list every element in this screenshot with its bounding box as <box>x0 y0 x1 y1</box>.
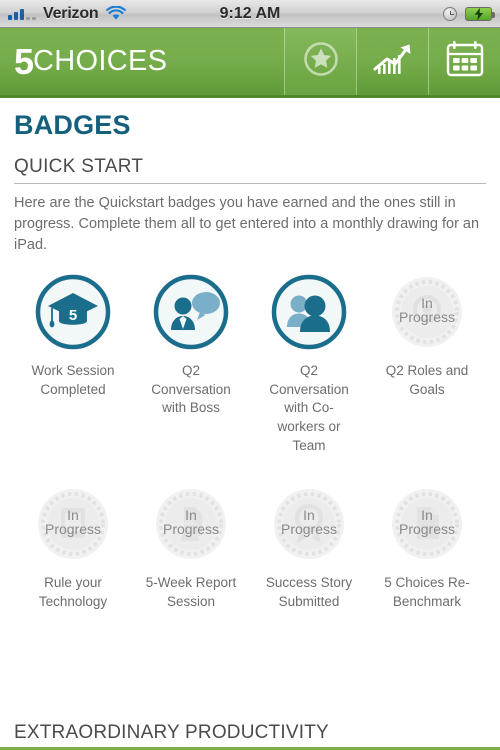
clock-icon <box>443 6 457 21</box>
status-bar: Verizon 9:12 AM <box>0 0 500 28</box>
status-bar-left: Verizon <box>8 5 126 23</box>
badge-label: 5 Choices Re-Benchmark <box>384 575 470 609</box>
section-title-label: EXTRAORDINARY PRODUCTIVITY <box>14 722 329 743</box>
section-title-quick-start: QUICK START <box>14 156 144 177</box>
two-people-icon <box>270 273 348 351</box>
badge-cap-number: 5 <box>69 307 77 324</box>
badge-item-q2-coworkers[interactable]: Q2 Conversation with Co-workers or Team <box>250 273 368 455</box>
badge-item-work-session[interactable]: 5 Work Session Completed <box>14 273 132 455</box>
badge-item-success-story[interactable]: In Progress Success Story Submitted <box>250 485 368 611</box>
badge-label: Q2 Roles and Goals <box>385 363 469 397</box>
star-badge-icon <box>302 40 340 83</box>
badge-label: Success Story Submitted <box>265 575 353 609</box>
badge-item-re-benchmark[interactable]: In Progress 5 Choices Re-Benchmark <box>368 485 486 611</box>
in-progress-badge: In Progress <box>388 273 466 351</box>
carrier-label: Verizon <box>43 4 99 22</box>
badge-label: Q2 Conversation with Boss <box>151 363 231 416</box>
intro-text: Here are the Quickstart badges you have … <box>14 195 480 254</box>
calendar-icon <box>444 39 486 84</box>
in-progress-badge: In Progress <box>34 485 112 563</box>
badge-label: Work Session Completed <box>31 363 115 397</box>
nav-calendar-button[interactable] <box>428 28 500 95</box>
badge-row-1: 5 Work Session Completed Q2 Conversation… <box>14 256 486 455</box>
nav-badges-button[interactable] <box>284 28 356 95</box>
in-progress-badge: In Progress <box>388 485 466 563</box>
trending-chart-icon <box>372 41 414 82</box>
person-speech-bubble-icon <box>152 273 230 351</box>
logo-word: CHOICES <box>33 45 168 77</box>
in-progress-badge: In Progress <box>270 485 348 563</box>
svg-text:Progress: Progress <box>399 309 455 325</box>
badge-label: 5-Week Report Session <box>145 575 237 609</box>
badge-item-rule-technology[interactable]: In Progress Rule your Technology <box>14 485 132 611</box>
svg-text:Progress: Progress <box>281 521 337 537</box>
app-logo[interactable]: 5 CHOICES <box>0 28 284 95</box>
badge-item-q2-roles-goals[interactable]: In Progress Q2 Roles and Goals <box>368 273 486 455</box>
battery-charging-icon <box>465 6 495 21</box>
signal-bars-icon <box>8 7 36 20</box>
svg-text:Progress: Progress <box>45 521 101 537</box>
in-progress-badge: In Progress <box>152 485 230 563</box>
main-content: BADGES QUICK START Here are the Quicksta… <box>0 98 500 611</box>
wifi-icon <box>105 5 126 21</box>
section-title-extraordinary-productivity[interactable]: EXTRAORDINARY PRODUCTIVITY <box>0 722 500 750</box>
section-divider <box>14 183 486 184</box>
logo-number: 5 <box>14 40 34 82</box>
badge-label: Rule your Technology <box>38 575 108 609</box>
badge-row-2: In Progress Rule your Technology In Prog… <box>14 455 486 611</box>
svg-text:Progress: Progress <box>163 521 219 537</box>
badge-item-5-week-report[interactable]: In Progress 5-Week Report Session <box>132 485 250 611</box>
nav-progress-button[interactable] <box>356 28 428 95</box>
graduation-cap-icon: 5 <box>34 273 112 351</box>
app-header: 5 CHOICES <box>0 28 500 98</box>
status-bar-right <box>443 6 495 21</box>
badge-label: Q2 Conversation with Co-workers or Team <box>269 363 349 453</box>
svg-text:Progress: Progress <box>399 521 455 537</box>
page-title: BADGES <box>14 110 131 140</box>
badge-item-q2-boss[interactable]: Q2 Conversation with Boss <box>132 273 250 455</box>
